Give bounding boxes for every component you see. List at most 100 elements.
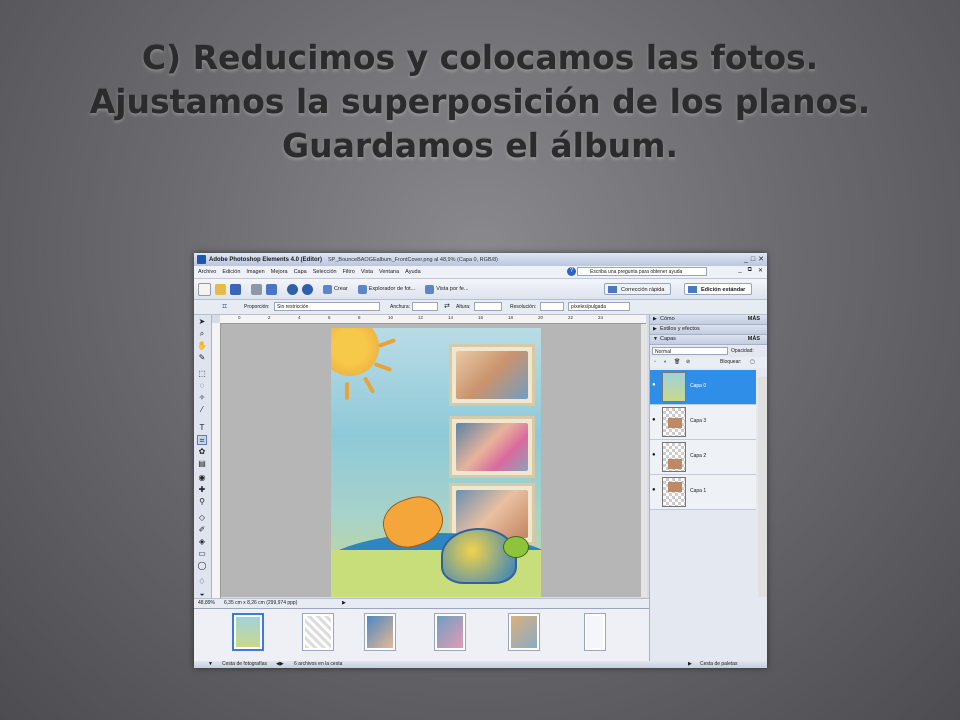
blur-tool-icon[interactable]: ♢ bbox=[197, 577, 207, 587]
bin-thumb-transparent[interactable] bbox=[302, 613, 334, 651]
bin-collapse-icon[interactable]: ▼ bbox=[208, 661, 213, 668]
move-tool-icon[interactable]: ➤ bbox=[197, 317, 207, 327]
new-layer-icon[interactable]: ▫ bbox=[654, 357, 656, 368]
doc-restore-button[interactable]: ⧉ bbox=[748, 267, 752, 274]
layer-thumbnail bbox=[662, 442, 686, 472]
canvas-scrollbar[interactable] bbox=[641, 324, 647, 597]
print-icon[interactable] bbox=[251, 283, 262, 295]
hand-tool-icon[interactable]: ✋ bbox=[197, 341, 207, 351]
photo-frame-1[interactable] bbox=[449, 344, 535, 406]
eraser-icon[interactable]: ◇ bbox=[197, 513, 207, 523]
explorador-button[interactable]: Explorador de fot... bbox=[357, 284, 415, 294]
layer-row-capa-1[interactable]: ● Capa 1 bbox=[650, 475, 756, 510]
altura-input[interactable] bbox=[474, 302, 502, 311]
bin-thumb-children[interactable] bbox=[434, 613, 466, 651]
panel-como-more[interactable]: MÁS bbox=[748, 315, 760, 324]
menu-imagen[interactable]: Imagen bbox=[246, 269, 264, 275]
menu-mejora[interactable]: Mejora bbox=[271, 269, 288, 275]
window-titlebar[interactable]: Adobe Photoshop Elements 4.0 (Editor) SP… bbox=[194, 253, 767, 266]
menu-ventana[interactable]: Ventana bbox=[379, 269, 399, 275]
doc-close-button[interactable]: ✕ bbox=[758, 267, 763, 274]
visibility-eye-icon[interactable]: ● bbox=[652, 487, 656, 493]
healing-brush-icon[interactable]: ✚ bbox=[197, 485, 207, 495]
visibility-eye-icon[interactable]: ● bbox=[652, 452, 656, 458]
blend-mode-select[interactable]: Normal bbox=[652, 347, 728, 355]
help-search-input[interactable]: ? Escriba una pregunta para obtener ayud… bbox=[567, 267, 707, 276]
layers-scrollbar[interactable] bbox=[758, 377, 767, 597]
bin-nav-icon[interactable]: ◀▶ bbox=[276, 661, 284, 668]
close-button[interactable]: ✕ bbox=[758, 255, 764, 264]
paint-bucket-icon[interactable]: ◈ bbox=[197, 537, 207, 547]
crop-tool-icon-box[interactable]: ⌗ bbox=[197, 435, 207, 445]
bin-thumb-document[interactable] bbox=[584, 613, 606, 651]
panel-capas-header[interactable]: ▼ Capas MÁS bbox=[650, 335, 767, 345]
save-icon[interactable] bbox=[230, 283, 241, 295]
status-arrow-icon[interactable]: ▶ bbox=[342, 600, 346, 606]
gradient-tool-icon[interactable]: ▭ bbox=[197, 549, 207, 559]
quick-fix-icon bbox=[608, 286, 617, 293]
new-file-icon[interactable] bbox=[198, 282, 211, 296]
eyedropper-icon[interactable]: ✎ bbox=[197, 353, 207, 363]
layer-row-capa-0[interactable]: ● Capa 0 bbox=[650, 370, 756, 405]
cookie-cutter-icon[interactable]: ✿ bbox=[197, 447, 207, 457]
visibility-eye-icon[interactable]: ● bbox=[652, 382, 656, 388]
menu-archivo[interactable]: Archivo bbox=[198, 269, 216, 275]
panel-capas-more[interactable]: MÁS bbox=[748, 335, 760, 344]
marquee-tool-icon[interactable]: ⬚ bbox=[197, 369, 207, 379]
layer-name: Capa 0 bbox=[690, 383, 707, 389]
crop-tool-icon[interactable]: ⌗ bbox=[222, 301, 227, 312]
panel-estilos-header[interactable]: ▶ Estilos y efectos bbox=[650, 325, 767, 335]
link-layer-icon[interactable]: ⊘ bbox=[686, 357, 690, 368]
correccion-rapida-button[interactable]: Corrección rápida bbox=[604, 283, 672, 295]
delete-layer-icon[interactable]: 🗑 bbox=[674, 357, 680, 368]
lock-icon[interactable]: ▢ bbox=[750, 357, 755, 368]
brush-tool-icon[interactable]: ✐ bbox=[197, 525, 207, 535]
thumb-image bbox=[511, 616, 537, 648]
panel-estilos-label: Estilos y efectos bbox=[660, 326, 700, 332]
vista-fecha-button[interactable]: Vista por fe... bbox=[425, 284, 469, 294]
zoom-tool-icon[interactable]: ⌕ bbox=[197, 329, 207, 339]
undo-icon[interactable] bbox=[287, 283, 298, 295]
swap-icon[interactable]: ⇄ bbox=[444, 302, 450, 310]
menu-filtro[interactable]: Filtro bbox=[343, 269, 355, 275]
doc-minimize-button[interactable]: _ bbox=[738, 267, 741, 274]
menu-edicion[interactable]: Edición bbox=[222, 269, 240, 275]
bin-thumb-boy[interactable] bbox=[364, 613, 396, 651]
red-eye-icon[interactable]: ◉ bbox=[197, 473, 207, 483]
magic-wand-icon[interactable]: ✧ bbox=[197, 393, 207, 403]
type-tool-icon[interactable]: T bbox=[197, 423, 207, 433]
redo-icon[interactable] bbox=[302, 283, 313, 295]
bin-thumb-baby[interactable] bbox=[508, 613, 540, 651]
shape-tool-icon[interactable]: ◯ bbox=[197, 561, 207, 571]
minimize-button[interactable]: _ bbox=[744, 255, 748, 264]
menu-seleccion[interactable]: Selección bbox=[313, 269, 337, 275]
selection-brush-icon[interactable]: ⁄ bbox=[197, 405, 207, 415]
adjustment-layer-icon[interactable]: ◐ bbox=[664, 357, 667, 368]
resolucion-input[interactable] bbox=[540, 302, 564, 311]
straighten-tool-icon[interactable]: ▤ bbox=[197, 459, 207, 469]
unidad-select[interactable]: píxeles/pulgada bbox=[568, 302, 630, 311]
canvas-area[interactable] bbox=[221, 324, 641, 597]
crear-button[interactable]: Crear bbox=[323, 284, 348, 294]
lasso-tool-icon[interactable]: ◌ bbox=[197, 381, 207, 391]
edicion-estandar-button[interactable]: Edición estándar bbox=[684, 283, 753, 295]
proporcion-select[interactable]: Sin restricción bbox=[274, 302, 380, 311]
album-page-image[interactable] bbox=[331, 328, 541, 597]
correccion-rapida-label: Corrección rápida bbox=[621, 287, 665, 293]
zoom-level[interactable]: 48,89% bbox=[198, 600, 215, 606]
share-icon[interactable] bbox=[266, 283, 277, 295]
panel-como-header[interactable]: ▶ Cómo MÁS bbox=[650, 315, 767, 325]
palette-bin-toggle-icon[interactable]: ▶ bbox=[688, 661, 692, 668]
layer-row-capa-2[interactable]: ● Capa 2 bbox=[650, 440, 756, 475]
menu-capa[interactable]: Capa bbox=[294, 269, 307, 275]
visibility-eye-icon[interactable]: ● bbox=[652, 417, 656, 423]
clone-stamp-icon[interactable]: ⚲ bbox=[197, 497, 207, 507]
menu-ayuda[interactable]: Ayuda bbox=[405, 269, 421, 275]
maximize-button[interactable]: □ bbox=[751, 255, 755, 264]
photo-frame-2[interactable] bbox=[449, 416, 535, 478]
anchura-input[interactable] bbox=[412, 302, 438, 311]
layer-row-capa-3[interactable]: ● Capa 3 bbox=[650, 405, 756, 440]
open-folder-icon[interactable] bbox=[215, 283, 226, 295]
bin-thumb-album[interactable] bbox=[232, 613, 264, 651]
menu-vista[interactable]: Vista bbox=[361, 269, 373, 275]
